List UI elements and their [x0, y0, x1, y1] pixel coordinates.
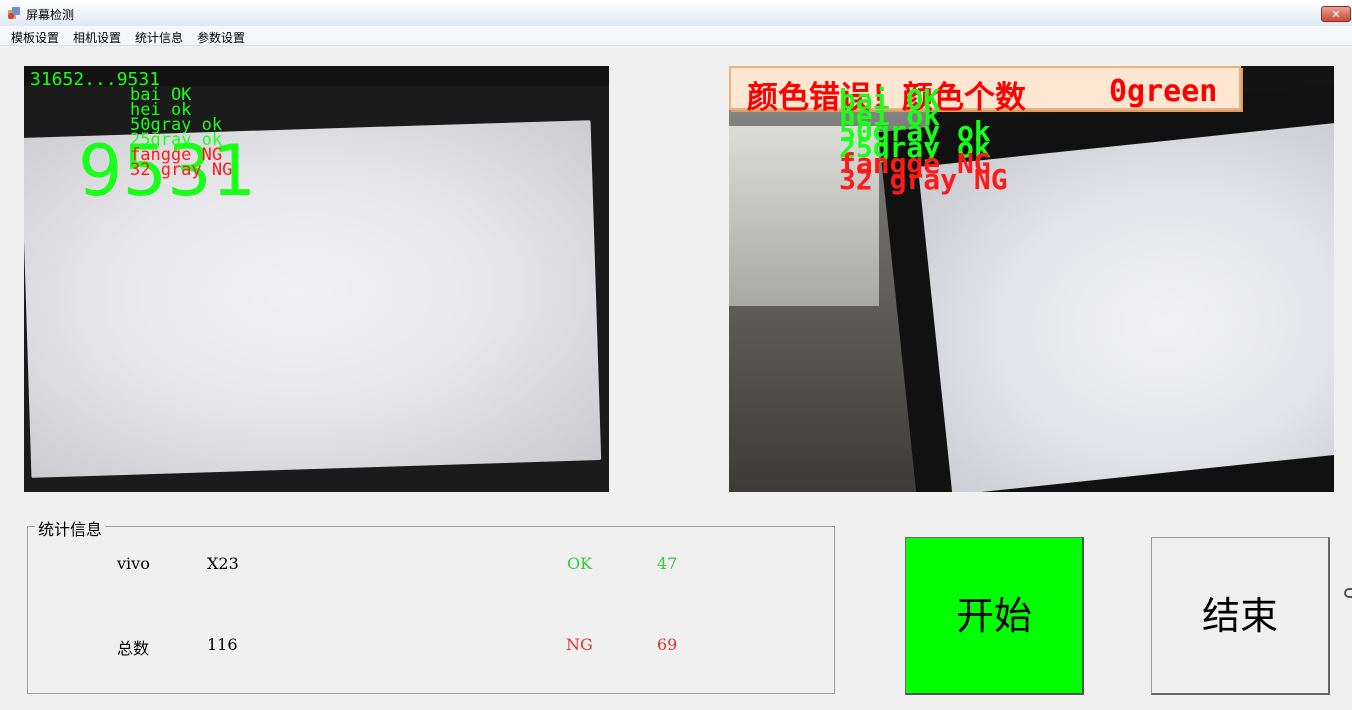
statistics-group-title: 统计信息 — [35, 516, 106, 540]
ok-label: OK — [567, 554, 593, 573]
brand-value: vivo — [117, 554, 150, 573]
close-button[interactable]: ✕ — [1321, 6, 1351, 22]
partial-edge-icon — [1344, 588, 1352, 598]
start-button[interactable]: 开始 — [905, 537, 1084, 695]
app-icon — [8, 7, 20, 19]
banner-value: 0green — [1109, 74, 1218, 109]
color-error-banner: 颜色错误！颜色个数 0green — [729, 66, 1241, 116]
overlay-result-32gray: 32 gray NG — [839, 163, 1008, 196]
menu-parameter-settings[interactable]: 参数设置 — [197, 29, 245, 46]
camera-view-right: 颜色错误！颜色个数 0green bai OK hei ok 50gray ok… — [729, 66, 1334, 492]
total-count: 116 — [207, 635, 238, 654]
model-value: X23 — [207, 554, 239, 573]
end-button[interactable]: 结束 — [1151, 537, 1330, 695]
statistics-group — [27, 526, 835, 694]
menu-template-settings[interactable]: 模板设置 — [11, 29, 59, 46]
overlay-result-32gray: 32 gray NG — [130, 160, 233, 180]
ng-label: NG — [566, 635, 593, 654]
menu-camera-settings[interactable]: 相机设置 — [73, 29, 121, 46]
ng-count: 69 — [657, 635, 678, 654]
menu-statistics[interactable]: 统计信息 — [135, 29, 183, 46]
total-label: 总数 — [117, 639, 150, 658]
window-title: 屏幕检测 — [26, 8, 75, 22]
ok-count: 47 — [657, 554, 678, 573]
camera-view-left: 31652...9531 bai OK hei ok 50gray ok 25g… — [24, 66, 609, 492]
title-bar: 屏幕检测 ✕ — [0, 0, 1352, 27]
menu-bar: 模板设置 相机设置 统计信息 参数设置 — [0, 26, 1352, 46]
